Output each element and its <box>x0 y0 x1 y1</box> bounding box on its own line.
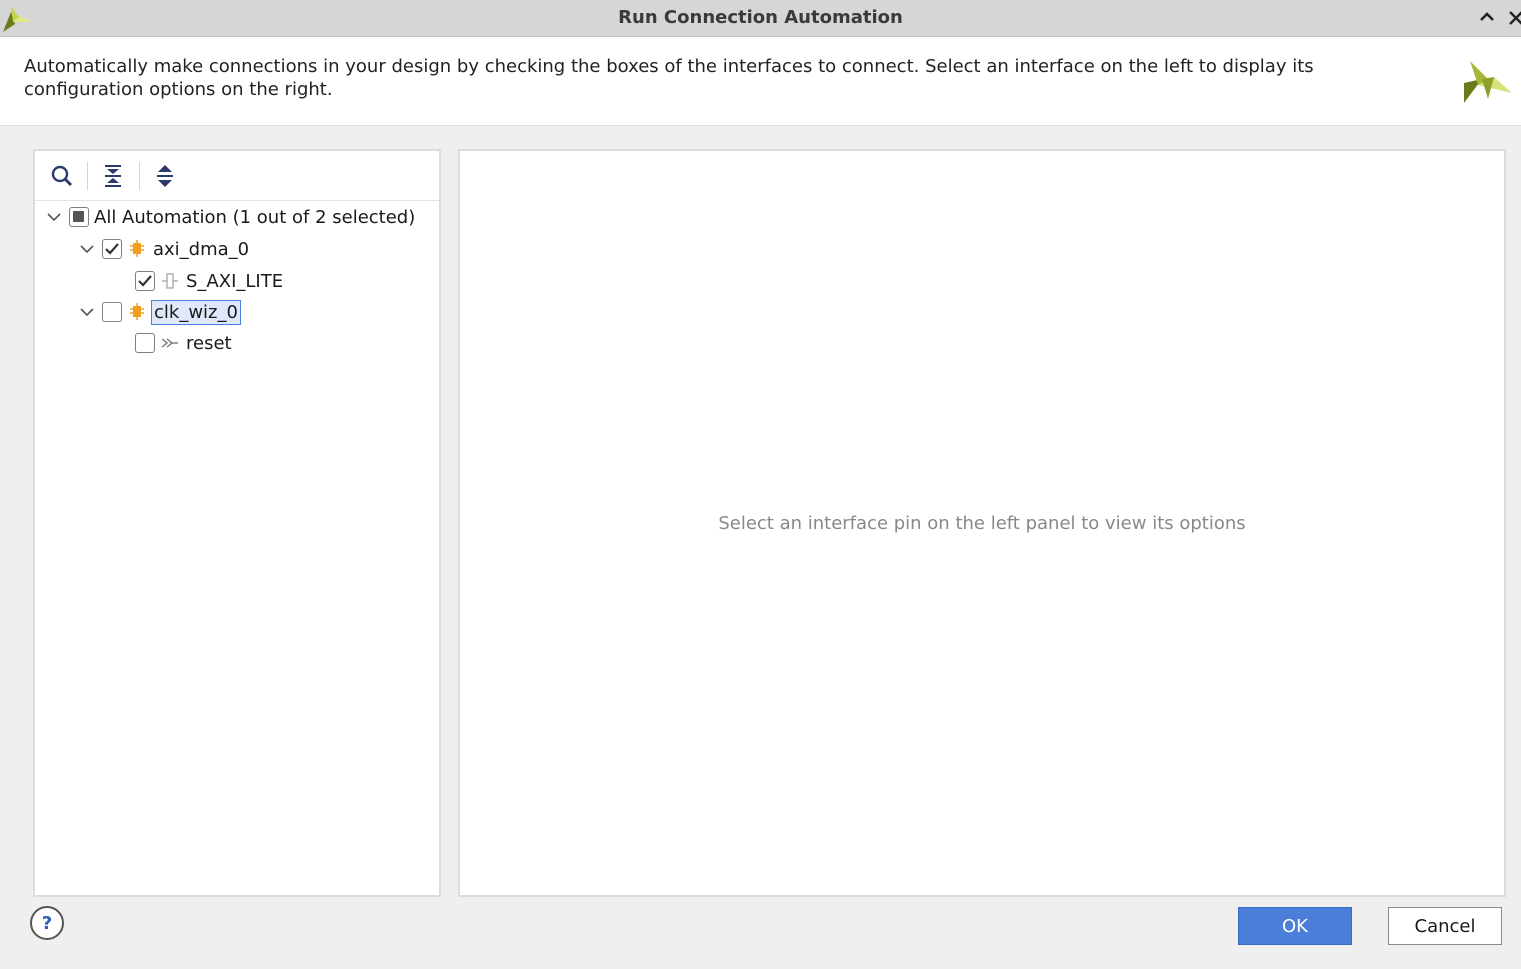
window-title: Run Connection Automation <box>618 7 903 28</box>
toolbar-divider <box>139 162 140 190</box>
expand-all-icon <box>157 165 173 187</box>
automation-tree-panel: All Automation (1 out of 2 selected) axi… <box>33 149 441 897</box>
close-icon[interactable] <box>1508 5 1521 29</box>
axi-dma-checkbox[interactable] <box>102 239 122 259</box>
title-bar: Run Connection Automation <box>0 0 1521 37</box>
ip-block-icon <box>126 301 148 323</box>
tree-row-clk-wiz[interactable]: clk_wiz_0 <box>76 297 241 327</box>
ok-button[interactable]: OK <box>1238 907 1352 945</box>
tree-node-label: S_AXI_LITE <box>186 270 284 292</box>
expand-all-button[interactable] <box>150 161 180 191</box>
vivado-logo-icon <box>1464 61 1512 103</box>
help-button[interactable]: ? <box>30 906 64 940</box>
chevron-down-icon[interactable] <box>43 206 65 228</box>
collapse-all-button[interactable] <box>98 161 128 191</box>
reset-checkbox[interactable] <box>135 333 155 353</box>
chevron-down-icon[interactable] <box>76 301 98 323</box>
tree-row-axi-dma[interactable]: axi_dma_0 <box>76 234 251 264</box>
interface-icon <box>159 270 181 292</box>
collapse-all-icon <box>105 165 121 187</box>
root-checkbox[interactable] <box>69 207 89 227</box>
tree-row-reset[interactable]: reset <box>131 328 234 358</box>
ip-block-icon <box>126 238 148 260</box>
options-panel: Select an interface pin on the left pane… <box>458 149 1506 897</box>
root-label: All Automation (1 out of 2 selected) <box>94 206 416 228</box>
cancel-button[interactable]: Cancel <box>1388 907 1502 945</box>
tree-node-label: axi_dma_0 <box>153 238 250 260</box>
chevron-up-icon[interactable] <box>1475 5 1499 29</box>
search-button[interactable] <box>47 161 77 191</box>
tree-row-s-axi-lite[interactable]: S_AXI_LITE <box>131 266 285 296</box>
tree-row-root[interactable]: All Automation (1 out of 2 selected) <box>43 202 417 232</box>
clk-wiz-checkbox[interactable] <box>102 302 122 322</box>
chevron-down-icon[interactable] <box>76 238 98 260</box>
search-icon <box>51 165 72 186</box>
tree-node-label: reset <box>186 332 232 354</box>
dialog-header: Automatically make connections in your d… <box>0 37 1521 126</box>
tree-node-label: clk_wiz_0 <box>151 299 241 325</box>
reset-pin-icon <box>159 332 181 354</box>
tree-toolbar <box>35 151 439 201</box>
options-hint-text: Select an interface pin on the left pane… <box>718 513 1246 534</box>
description-text: Automatically make connections in your d… <box>24 56 1314 100</box>
s-axi-lite-checkbox[interactable] <box>135 271 155 291</box>
toolbar-divider <box>87 162 88 190</box>
